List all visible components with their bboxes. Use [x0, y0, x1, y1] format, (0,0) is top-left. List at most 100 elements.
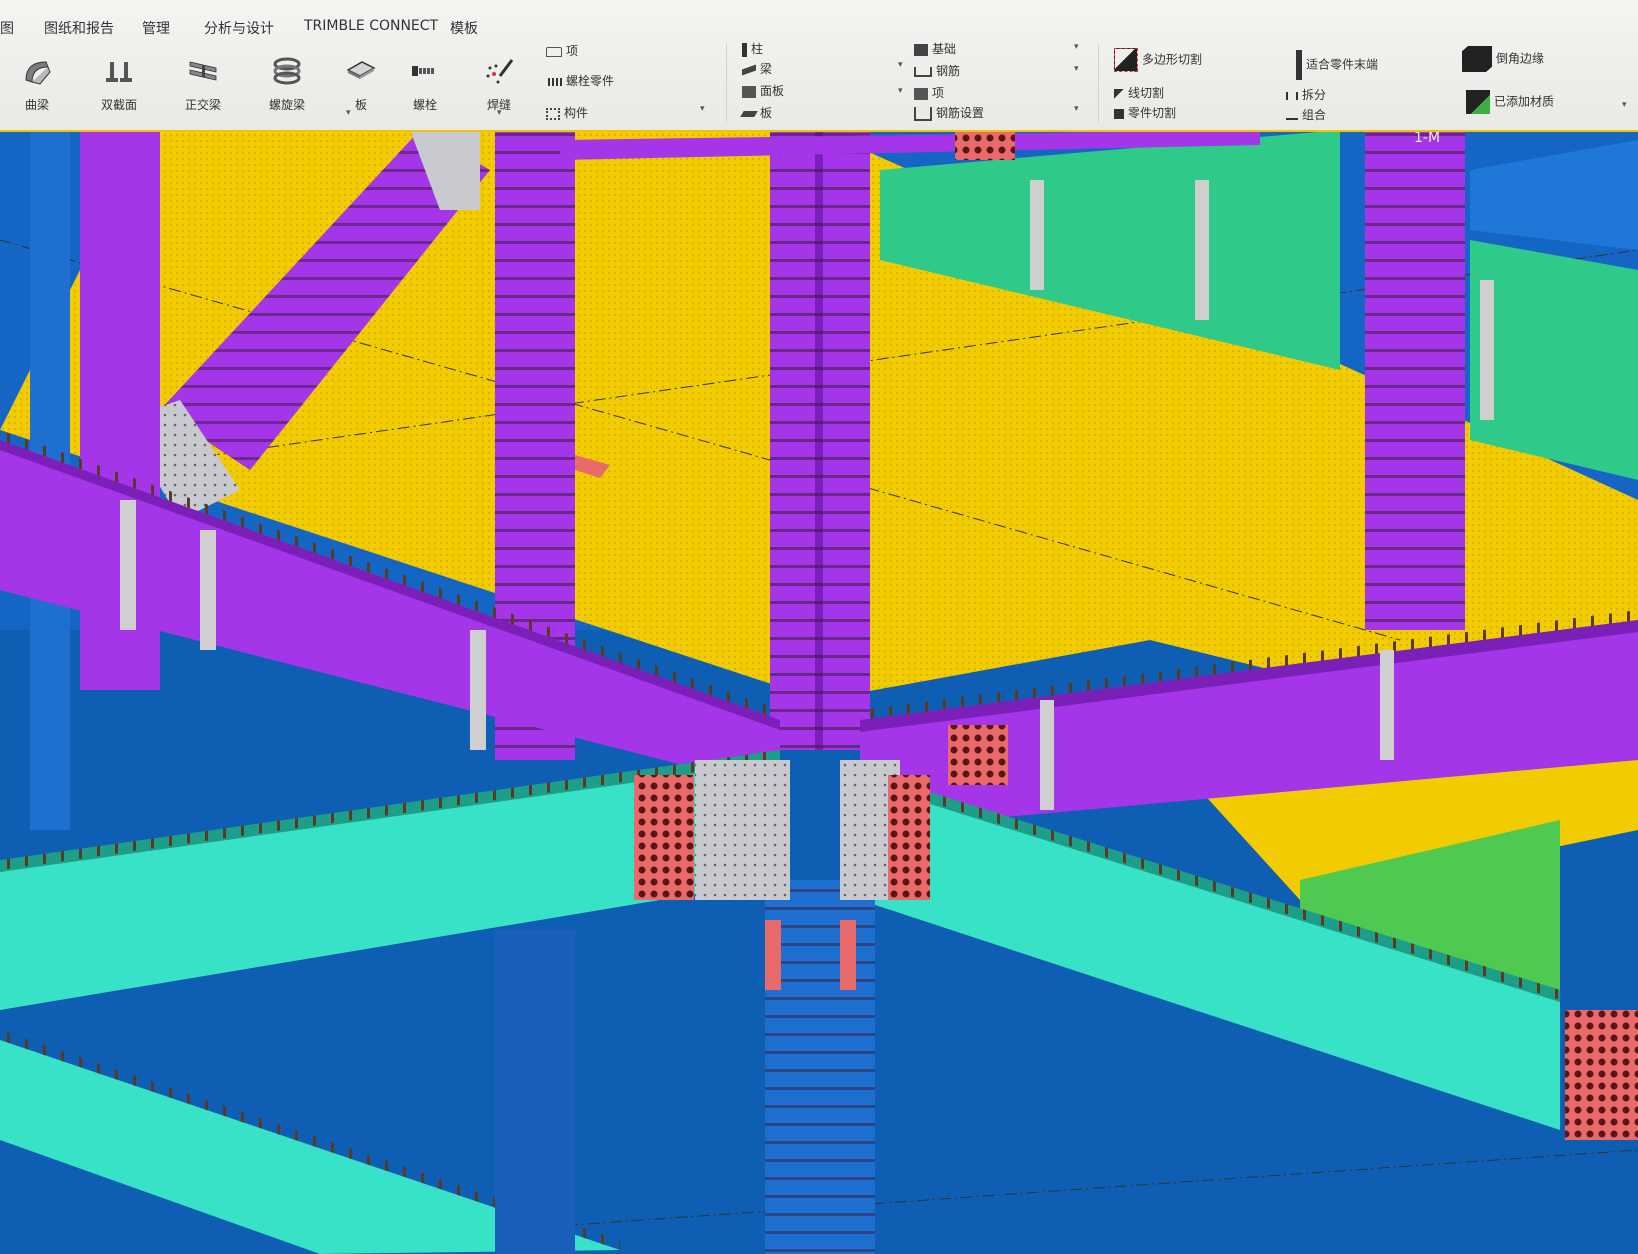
combine-button[interactable]: 组合: [1286, 106, 1326, 123]
rebar-button[interactable]: 钢筋: [914, 62, 960, 79]
rebar-item-icon: [914, 87, 928, 100]
spiral-beam-button[interactable]: 螺旋梁: [252, 54, 322, 113]
line-cut-icon: [1114, 88, 1124, 99]
menu-bar: 图 图纸和报告 管理 分析与设计 TRIMBLE CONNECT 模板: [0, 12, 1638, 40]
slab-icon: [740, 110, 758, 117]
tab-drawings-reports[interactable]: 图纸和报告: [44, 18, 114, 38]
curved-beam-icon: [25, 61, 51, 85]
footing-button[interactable]: 基础: [914, 40, 956, 57]
spiral-beam-label: 螺旋梁: [268, 98, 305, 112]
assembly-label: 构件: [564, 106, 589, 120]
item-label: 项: [566, 44, 579, 58]
split-label: 拆分: [1302, 88, 1327, 102]
splice-plate: [634, 775, 694, 900]
plate-dropdown-icon[interactable]: ▾: [346, 108, 351, 118]
bolt-part-label: 螺栓零件: [566, 74, 615, 88]
split-icon: [1286, 91, 1298, 100]
curved-beam-button[interactable]: 曲梁: [2, 54, 72, 113]
added-material-button[interactable]: 已添加材质: [1466, 90, 1554, 114]
part-cut-button[interactable]: 零件切割: [1114, 104, 1176, 121]
beam-label: 梁: [760, 62, 773, 76]
bolt-part-icon: [548, 77, 562, 86]
column-bolts: [770, 130, 870, 750]
polygon-cut-icon: [1114, 48, 1138, 72]
chamfer-edge-button[interactable]: 倒角边缘: [1462, 46, 1544, 72]
item-button[interactable]: 项: [546, 42, 578, 59]
orthogonal-beam-button[interactable]: 正交梁: [168, 54, 238, 113]
weld-dropdown-icon[interactable]: ▾: [497, 108, 502, 118]
stiffener: [1195, 180, 1209, 320]
line-cut-label: 线切割: [1128, 86, 1165, 100]
fit-part-end-icon: [1296, 50, 1302, 80]
chamfer-edge-label: 倒角边缘: [1496, 51, 1545, 66]
slab-label: 板: [760, 106, 773, 120]
rebar-set-icon: [914, 106, 932, 121]
bolt-icon: [412, 66, 434, 76]
rebar-set-dropdown-icon[interactable]: ▾: [1074, 104, 1079, 114]
rebar-label: 钢筋: [936, 64, 961, 78]
stiffener: [1480, 280, 1494, 420]
polygon-cut-button[interactable]: 多边形切割: [1114, 48, 1202, 72]
plate-button[interactable]: 板: [326, 54, 396, 113]
footing-icon: [914, 43, 928, 56]
tab-manage[interactable]: 管理: [142, 18, 170, 38]
stiffener: [120, 500, 136, 630]
assembly-button[interactable]: 构件: [546, 104, 588, 121]
split-button[interactable]: 拆分: [1286, 86, 1326, 103]
bolt-part-button[interactable]: 螺栓零件: [548, 72, 614, 89]
fit-part-end-button[interactable]: 适合零件末端: [1296, 50, 1378, 80]
bolt-button[interactable]: 螺栓: [390, 54, 460, 113]
beam-button[interactable]: 梁: [742, 60, 772, 77]
end-plate: [695, 760, 790, 900]
column-label: 柱: [751, 42, 764, 56]
twin-profile-label: 双截面: [100, 98, 137, 112]
divider: [726, 44, 727, 122]
slab-button[interactable]: 板: [740, 104, 773, 121]
footing-dropdown-icon[interactable]: ▾: [1074, 42, 1079, 52]
lower-column: [495, 930, 575, 1254]
tab-analysis-design[interactable]: 分析与设计: [204, 18, 274, 38]
polygon-cut-label: 多边形切割: [1142, 52, 1203, 67]
splice-plate: [948, 725, 1008, 785]
ribbon-toolbar: 图 图纸和报告 管理 分析与设计 TRIMBLE CONNECT 模板 曲梁 双…: [0, 0, 1638, 130]
rebar-item-button[interactable]: 项: [914, 84, 944, 101]
rebar-dropdown-icon[interactable]: ▾: [1074, 64, 1079, 74]
rebar-icon: [914, 66, 932, 77]
orthogonal-beam-icon: [189, 61, 217, 81]
rebar-set-label: 钢筋设置: [936, 106, 985, 120]
clip-angle: [840, 920, 856, 990]
tab-drawing[interactable]: 图: [0, 18, 14, 38]
line-cut-button[interactable]: 线切割: [1114, 84, 1164, 101]
spiral-beam-icon: [273, 57, 301, 85]
part-cut-label: 零件切割: [1128, 106, 1177, 120]
clip-angle: [765, 920, 781, 990]
panel-dropdown-icon[interactable]: ▾: [898, 86, 903, 96]
window-title: [730, 0, 1430, 8]
model-viewport[interactable]: [0, 130, 1638, 1254]
stiffener: [200, 530, 216, 650]
footing-label: 基础: [932, 42, 957, 56]
column-button[interactable]: 柱: [742, 40, 763, 57]
twin-profile-button[interactable]: 双截面: [84, 54, 154, 113]
structural-model-view[interactable]: [0, 130, 1638, 1254]
panel-icon: [742, 85, 756, 98]
stiffener: [1040, 700, 1054, 810]
lower-column-bolts: [765, 880, 875, 1254]
assembly-icon: [546, 107, 560, 120]
rebar-set-button[interactable]: 钢筋设置: [914, 104, 984, 121]
fit-part-end-label: 适合零件末端: [1306, 57, 1379, 72]
weld-button[interactable]: 焊缝: [464, 54, 534, 113]
assembly-dropdown-icon[interactable]: ▾: [700, 104, 705, 114]
gridline-label: 1-M: [1414, 130, 1441, 146]
added-material-dropdown-icon[interactable]: ▾: [1622, 100, 1627, 110]
combine-label: 组合: [1302, 108, 1327, 122]
panel-button[interactable]: 面板: [742, 82, 784, 99]
beam-dropdown-icon[interactable]: ▾: [898, 60, 903, 70]
combine-icon: [1286, 112, 1298, 120]
tab-templates[interactable]: 模板: [450, 18, 478, 38]
orthogonal-beam-label: 正交梁: [184, 98, 221, 112]
tab-trimble-connect[interactable]: TRIMBLE CONNECT: [304, 18, 438, 34]
part-cut-icon: [1114, 108, 1124, 119]
stiffener: [1380, 650, 1394, 760]
green-beam: [1470, 240, 1638, 480]
